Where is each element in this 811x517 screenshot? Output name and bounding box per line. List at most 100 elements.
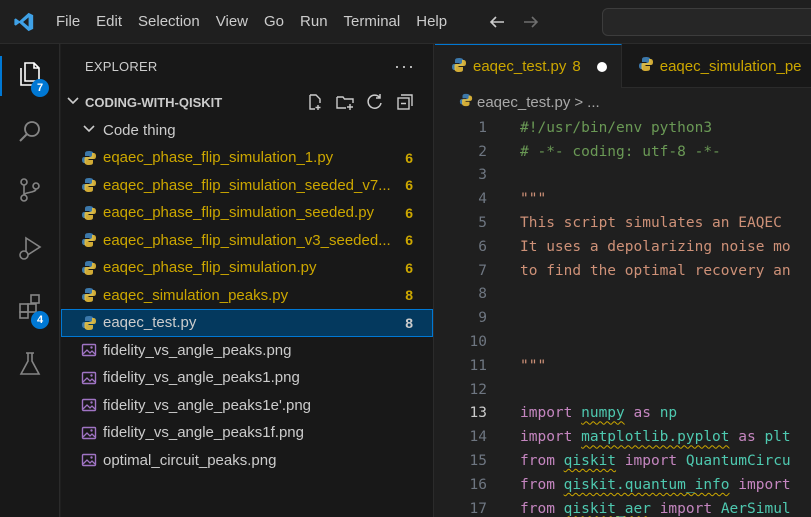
file-item[interactable]: fidelity_vs_angle_peaks1.png [61,364,433,392]
code-line[interactable]: 5 This script simulates an EAQEC [435,211,811,235]
explorer-activity[interactable]: 7 [0,48,60,104]
tab-eaqec-simulation-peaks[interactable]: eaqec_simulation_pe [622,44,811,88]
file-item[interactable]: fidelity_vs_angle_peaks1f.png [61,419,433,447]
breadcrumb-symbols[interactable]: ... [587,94,600,111]
source-control-icon [16,176,44,209]
menu-bar: File Edit Selection View Go Run Terminal… [48,0,455,44]
refresh-icon[interactable] [365,92,385,112]
code-token: # -*- coding: utf-8 -*- [520,143,721,160]
subfolder-name: Code thing [103,121,176,139]
line-text: import matplotlib.pyplot as plt [520,429,791,445]
line-number: 8 [478,286,487,303]
code-line[interactable]: 10 [435,330,811,354]
menu-help[interactable]: Help [408,0,455,44]
subfolder-code-thing[interactable]: Code thing [61,116,433,144]
menu-view[interactable]: View [208,0,256,44]
testing-activity[interactable] [0,338,60,394]
python-file-icon [79,258,99,278]
python-file-icon [79,203,99,223]
code-line[interactable]: 17 from qiskit_aer import AerSimul [435,497,811,517]
python-file-icon [79,285,99,305]
line-number: 6 [478,238,487,255]
line-text: from qiskit import QuantumCircu [520,453,791,469]
collapse-all-icon[interactable] [395,92,415,112]
code-line[interactable]: 1 #!/usr/bin/env python3 [435,116,811,140]
menu-run[interactable]: Run [292,0,336,44]
code-line[interactable]: 16 from qiskit.quantum_info import [435,473,811,497]
image-file-icon [79,423,99,443]
tab-eaqec-test[interactable]: eaqec_test.py 8 [435,44,622,88]
menu-terminal[interactable]: Terminal [336,0,409,44]
file-item[interactable]: eaqec_phase_flip_simulation_v3_seeded...… [61,227,433,255]
file-name: eaqec_simulation_peaks.py [103,286,289,304]
code-token: as [729,429,765,446]
menu-edit[interactable]: Edit [88,0,130,44]
chevron-down-icon [81,120,97,141]
new-file-icon[interactable] [305,92,325,112]
extensions-badge: 4 [31,311,49,329]
code-token: It uses a depolarizing noise mo [520,238,791,255]
file-item[interactable]: eaqec_phase_flip_simulation_seeded.py 6 [61,199,433,227]
file-item[interactable]: eqaec_phase_flip_simulation_1.py 6 [61,144,433,172]
code-line[interactable]: 15 from qiskit import QuantumCircu [435,449,811,473]
command-center-search[interactable] [602,8,811,36]
new-folder-icon[interactable] [335,92,355,112]
code-line[interactable]: 14 import matplotlib.pyplot as plt [435,425,811,449]
image-file-icon [79,450,99,470]
line-number: 1 [478,119,487,136]
chevron-down-icon [65,92,81,113]
line-text: to find the optimal recovery an [520,263,791,279]
problem-count: 8 [405,314,413,331]
workspace-folder-name: CODING-WITH-QISKIT [85,94,223,110]
editor-area: eaqec_test.py 8 eaqec_simulation_pe eaqe… [435,44,811,517]
menu-go[interactable]: Go [256,0,292,44]
code-token: qiskit_aer [563,500,651,517]
code-line[interactable]: 6 It uses a depolarizing noise mo [435,235,811,259]
code-line[interactable]: 4 """ [435,187,811,211]
file-item[interactable]: eaqec_simulation_peaks.py 8 [61,282,433,310]
menu-file[interactable]: File [48,0,88,44]
line-number: 9 [478,310,487,327]
code-line[interactable]: 8 [435,283,811,307]
extensions-activity[interactable]: 4 [0,280,60,336]
run-debug-activity[interactable] [0,222,60,278]
workspace-folder[interactable]: CODING-WITH-QISKIT [61,88,433,116]
code-line[interactable]: 13 import numpy as np [435,402,811,426]
code-token: numpy [581,405,625,422]
code-line[interactable]: 11 """ [435,354,811,378]
python-file-icon [79,230,99,250]
code-editor[interactable]: 1 #!/usr/bin/env python3 2 # -*- coding: ut… [435,116,811,517]
more-actions-button[interactable]: ··· [394,56,415,77]
python-file-icon [451,57,467,77]
code-line[interactable]: 12 [435,378,811,402]
code-token: from [520,453,564,470]
unsaved-dot-icon[interactable] [596,61,607,72]
source-control-activity[interactable] [0,164,60,220]
file-item[interactable]: optimal_circuit_peaks.png [61,447,433,475]
back-arrow-icon[interactable] [487,12,507,32]
file-name: fidelity_vs_angle_peaks1.png [103,369,300,387]
file-item[interactable]: eaqec_phase_flip_simulation_seeded_v7...… [61,172,433,200]
code-line[interactable]: 2 # -*- coding: utf-8 -*- [435,140,811,164]
code-token: This script simulates an EAQEC [520,215,782,232]
code-token: from [520,500,564,517]
line-number: 16 [469,476,487,493]
file-name: fidelity_vs_angle_peaks1f.png [103,424,304,442]
file-item[interactable]: eaqec_phase_flip_simulation.py 6 [61,254,433,282]
code-line[interactable]: 9 [435,306,811,330]
line-text: #!/usr/bin/env python3 [520,120,712,136]
menu-selection[interactable]: Selection [130,0,208,44]
code-line[interactable]: 3 [435,164,811,188]
image-file-icon [79,368,99,388]
code-line[interactable]: 7 to find the optimal recovery an [435,259,811,283]
breadcrumb-file[interactable]: eaqec_test.py [477,94,570,111]
image-file-icon [79,340,99,360]
file-item[interactable]: fidelity_vs_angle_peaks1e'.png [61,392,433,420]
run-debug-icon [16,234,44,267]
code-token: import [650,500,721,517]
file-item[interactable]: eaqec_test.py 8 [61,309,433,337]
file-item[interactable]: fidelity_vs_angle_peaks.png [61,337,433,365]
search-activity[interactable] [0,106,60,162]
forward-arrow-icon[interactable] [521,12,541,32]
line-text: from qiskit_aer import AerSimul [520,501,791,517]
